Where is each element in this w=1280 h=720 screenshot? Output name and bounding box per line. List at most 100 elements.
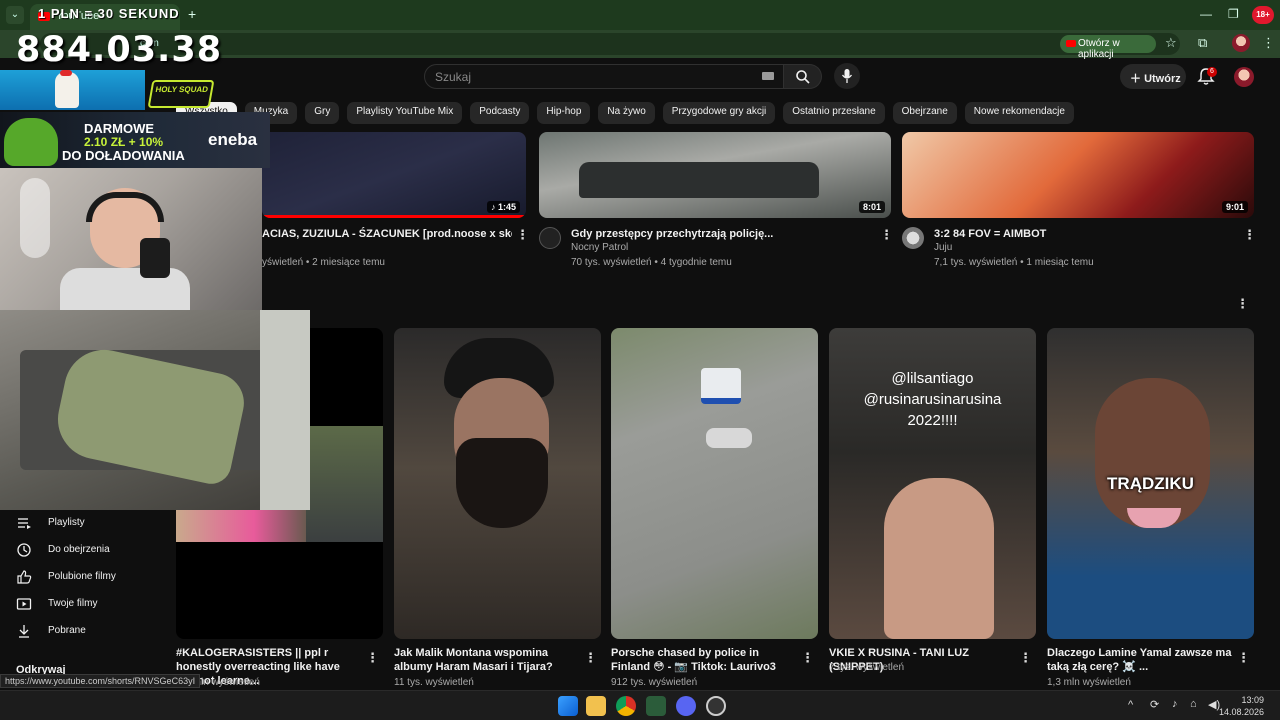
- shelf-menu-icon[interactable]: ⋮: [1236, 296, 1249, 312]
- tray-chevron-icon[interactable]: ^: [1128, 699, 1133, 711]
- subathon-timer: 884.03.38: [16, 30, 223, 70]
- create-button[interactable]: ＋ Utwórz: [1120, 64, 1186, 89]
- video-meta-1: yświetleń • 2 miesiące temu: [262, 257, 385, 268]
- video-thumbnail-3[interactable]: 9:01: [902, 132, 1254, 218]
- obs-icon[interactable]: [706, 696, 726, 716]
- search-button[interactable]: [784, 64, 822, 89]
- overlay-line-3: 2022!!!!: [907, 412, 958, 429]
- browser-profile-avatar[interactable]: [1232, 34, 1250, 52]
- tray-network-icon[interactable]: ⌂: [1190, 698, 1197, 710]
- video-title-1[interactable]: ACIAS, ZUZIULA - ŚZACUNEK [prod.noose x …: [262, 227, 512, 241]
- account-avatar[interactable]: [1234, 67, 1254, 87]
- tab-search-button[interactable]: ⌄: [6, 6, 24, 24]
- shorts-icon: ♪: [490, 202, 498, 212]
- porsche-car-shape: [706, 428, 752, 448]
- promo-line-3: DO DOŁADOWANIA: [62, 148, 185, 163]
- video-menu-icon[interactable]: ⋮: [516, 227, 529, 243]
- video-thumbnail-1[interactable]: ♪ 1:45: [262, 132, 526, 218]
- light-glare: [20, 178, 50, 258]
- chip-games[interactable]: Gry: [305, 102, 340, 124]
- sidebar-item-watch-later[interactable]: Do obejrzenia: [0, 538, 160, 564]
- car-shape: [579, 162, 819, 198]
- channel-name[interactable]: Juju: [934, 242, 952, 253]
- short-thumbnail-inner-2: [176, 508, 306, 542]
- open-in-app-button[interactable]: Otwórz w aplikacji: [1060, 35, 1156, 60]
- clock-date: 14.08.2026: [1218, 707, 1264, 717]
- video-menu-icon[interactable]: ⋮: [1243, 227, 1256, 243]
- file-explorer-icon[interactable]: [586, 696, 606, 716]
- sidebar-item-liked[interactable]: Polubione filmy: [0, 565, 160, 591]
- sidebar-item-label: Twoje filmy: [48, 598, 98, 609]
- chicken-overlay-image: [0, 70, 145, 110]
- face-shape: [1095, 378, 1210, 528]
- video-duration: ♪ 1:45: [486, 201, 520, 213]
- holy-squad-logo: HOLY SQUAD: [147, 80, 215, 108]
- video-menu-icon[interactable]: ⋮: [880, 227, 893, 243]
- chip-action-adventure[interactable]: Przygodowe gry akcji: [662, 102, 776, 124]
- taskbar-clock[interactable]: 13:09 14.08.2026: [1219, 694, 1264, 718]
- short-menu-icon[interactable]: ⋮: [801, 650, 814, 666]
- short-thumbnail-inner: [306, 426, 383, 542]
- sidebar-item-downloads[interactable]: Pobrane: [0, 619, 160, 645]
- sidebar-item-playlists[interactable]: Playlisty: [0, 511, 160, 537]
- duration-text: 1:45: [497, 202, 516, 212]
- discord-icon[interactable]: [676, 696, 696, 716]
- channel-avatar[interactable]: [539, 227, 561, 249]
- short-views-5: 1,3 mln wyświetleń: [1047, 677, 1131, 688]
- chip-podcasts[interactable]: Podcasty: [470, 102, 530, 124]
- tray-mic-icon[interactable]: ♪: [1172, 698, 1178, 710]
- new-tab-button[interactable]: +: [188, 6, 196, 22]
- chip-watched[interactable]: Obejrzane: [892, 102, 957, 124]
- menu-icon[interactable]: ⋮: [1262, 35, 1275, 51]
- short-menu-icon[interactable]: ⋮: [1019, 650, 1032, 666]
- video-duration: 9:01: [1221, 201, 1248, 213]
- chip-hiphop[interactable]: Hip-hop: [537, 102, 591, 124]
- short-menu-icon[interactable]: ⋮: [1237, 650, 1250, 666]
- short-title-2[interactable]: Jak Malik Montana wspomina albumy Haram …: [394, 646, 579, 674]
- notification-count-badge: 6: [1207, 67, 1217, 77]
- search-input[interactable]: Szukaj: [424, 64, 784, 89]
- restore-icon[interactable]: ❐: [1228, 7, 1239, 21]
- curtain-shape: [260, 310, 310, 510]
- short-title-5[interactable]: Dlaczego Lamine Yamal zawsze ma taką złą…: [1047, 646, 1232, 674]
- channel-avatar[interactable]: [902, 227, 924, 249]
- short-thumbnail-5[interactable]: TRĄDZIKU: [1047, 328, 1254, 639]
- video-thumbnail-2[interactable]: 8:01: [539, 132, 891, 218]
- short-caption: TRĄDZIKU: [1107, 474, 1194, 493]
- chicken-comb: [60, 70, 72, 76]
- filter-chips: Wszystko Muzyka Gry Playlisty YouTube Mi…: [176, 102, 1074, 124]
- short-title-3[interactable]: Porsche chased by police in Finland 😳 - …: [611, 646, 796, 674]
- video-title-2[interactable]: Gdy przestępcy przechytrzają policję...: [571, 227, 871, 241]
- terminal-icon[interactable]: [646, 696, 666, 716]
- chip-new-recommendations[interactable]: Nowe rekomendacje: [964, 102, 1074, 124]
- promo-line-2: 2.10 ZŁ + 10%: [84, 135, 164, 149]
- chip-recently-uploaded[interactable]: Ostatnio przesłane: [783, 102, 885, 124]
- minimize-icon[interactable]: —: [1200, 7, 1212, 21]
- overlay-line-2: @rusinarusinarusina: [863, 391, 1002, 408]
- short-views-3: 912 tys. wyświetleń: [611, 677, 698, 688]
- clock-time: 13:09: [1241, 695, 1264, 705]
- keyboard-icon[interactable]: [762, 72, 774, 80]
- windows-start-icon[interactable]: [558, 696, 578, 716]
- sidebar-item-your-videos[interactable]: Twoje filmy: [0, 592, 160, 618]
- chrome-icon[interactable]: [616, 696, 636, 716]
- youtube-icon: [1066, 40, 1076, 47]
- short-thumbnail-2[interactable]: [394, 328, 601, 639]
- video-title-3[interactable]: 3:2 84 FOV = AIMBOT: [934, 227, 1046, 241]
- voice-search-button[interactable]: [834, 63, 860, 89]
- short-menu-icon[interactable]: ⋮: [584, 650, 597, 666]
- extensions-icon[interactable]: ⧉: [1198, 35, 1207, 51]
- star-icon[interactable]: ☆: [1165, 35, 1177, 51]
- short-thumbnail-3[interactable]: [611, 328, 818, 639]
- short-thumbnail-4[interactable]: @lilsantiago @rusinarusinarusina 2022!!!…: [829, 328, 1036, 639]
- video-meta-3: 7,1 tys. wyświetleń • 1 miesiąc temu: [934, 257, 1094, 268]
- sidebar-item-label: Polubione filmy: [48, 571, 116, 582]
- channel-name[interactable]: Nocny Patrol: [571, 242, 628, 253]
- video-icon: [16, 598, 32, 610]
- chip-live[interactable]: Na żywo: [598, 102, 655, 124]
- beard-shape: [456, 438, 548, 528]
- short-menu-icon[interactable]: ⋮: [366, 650, 379, 666]
- tray-sync-icon[interactable]: ⟳: [1150, 698, 1159, 711]
- windows-taskbar: ^ ⟳ ♪ ⌂ ◀) 13:09 14.08.2026: [0, 690, 1280, 720]
- chip-playlists-mix[interactable]: Playlisty YouTube Mix: [347, 102, 463, 124]
